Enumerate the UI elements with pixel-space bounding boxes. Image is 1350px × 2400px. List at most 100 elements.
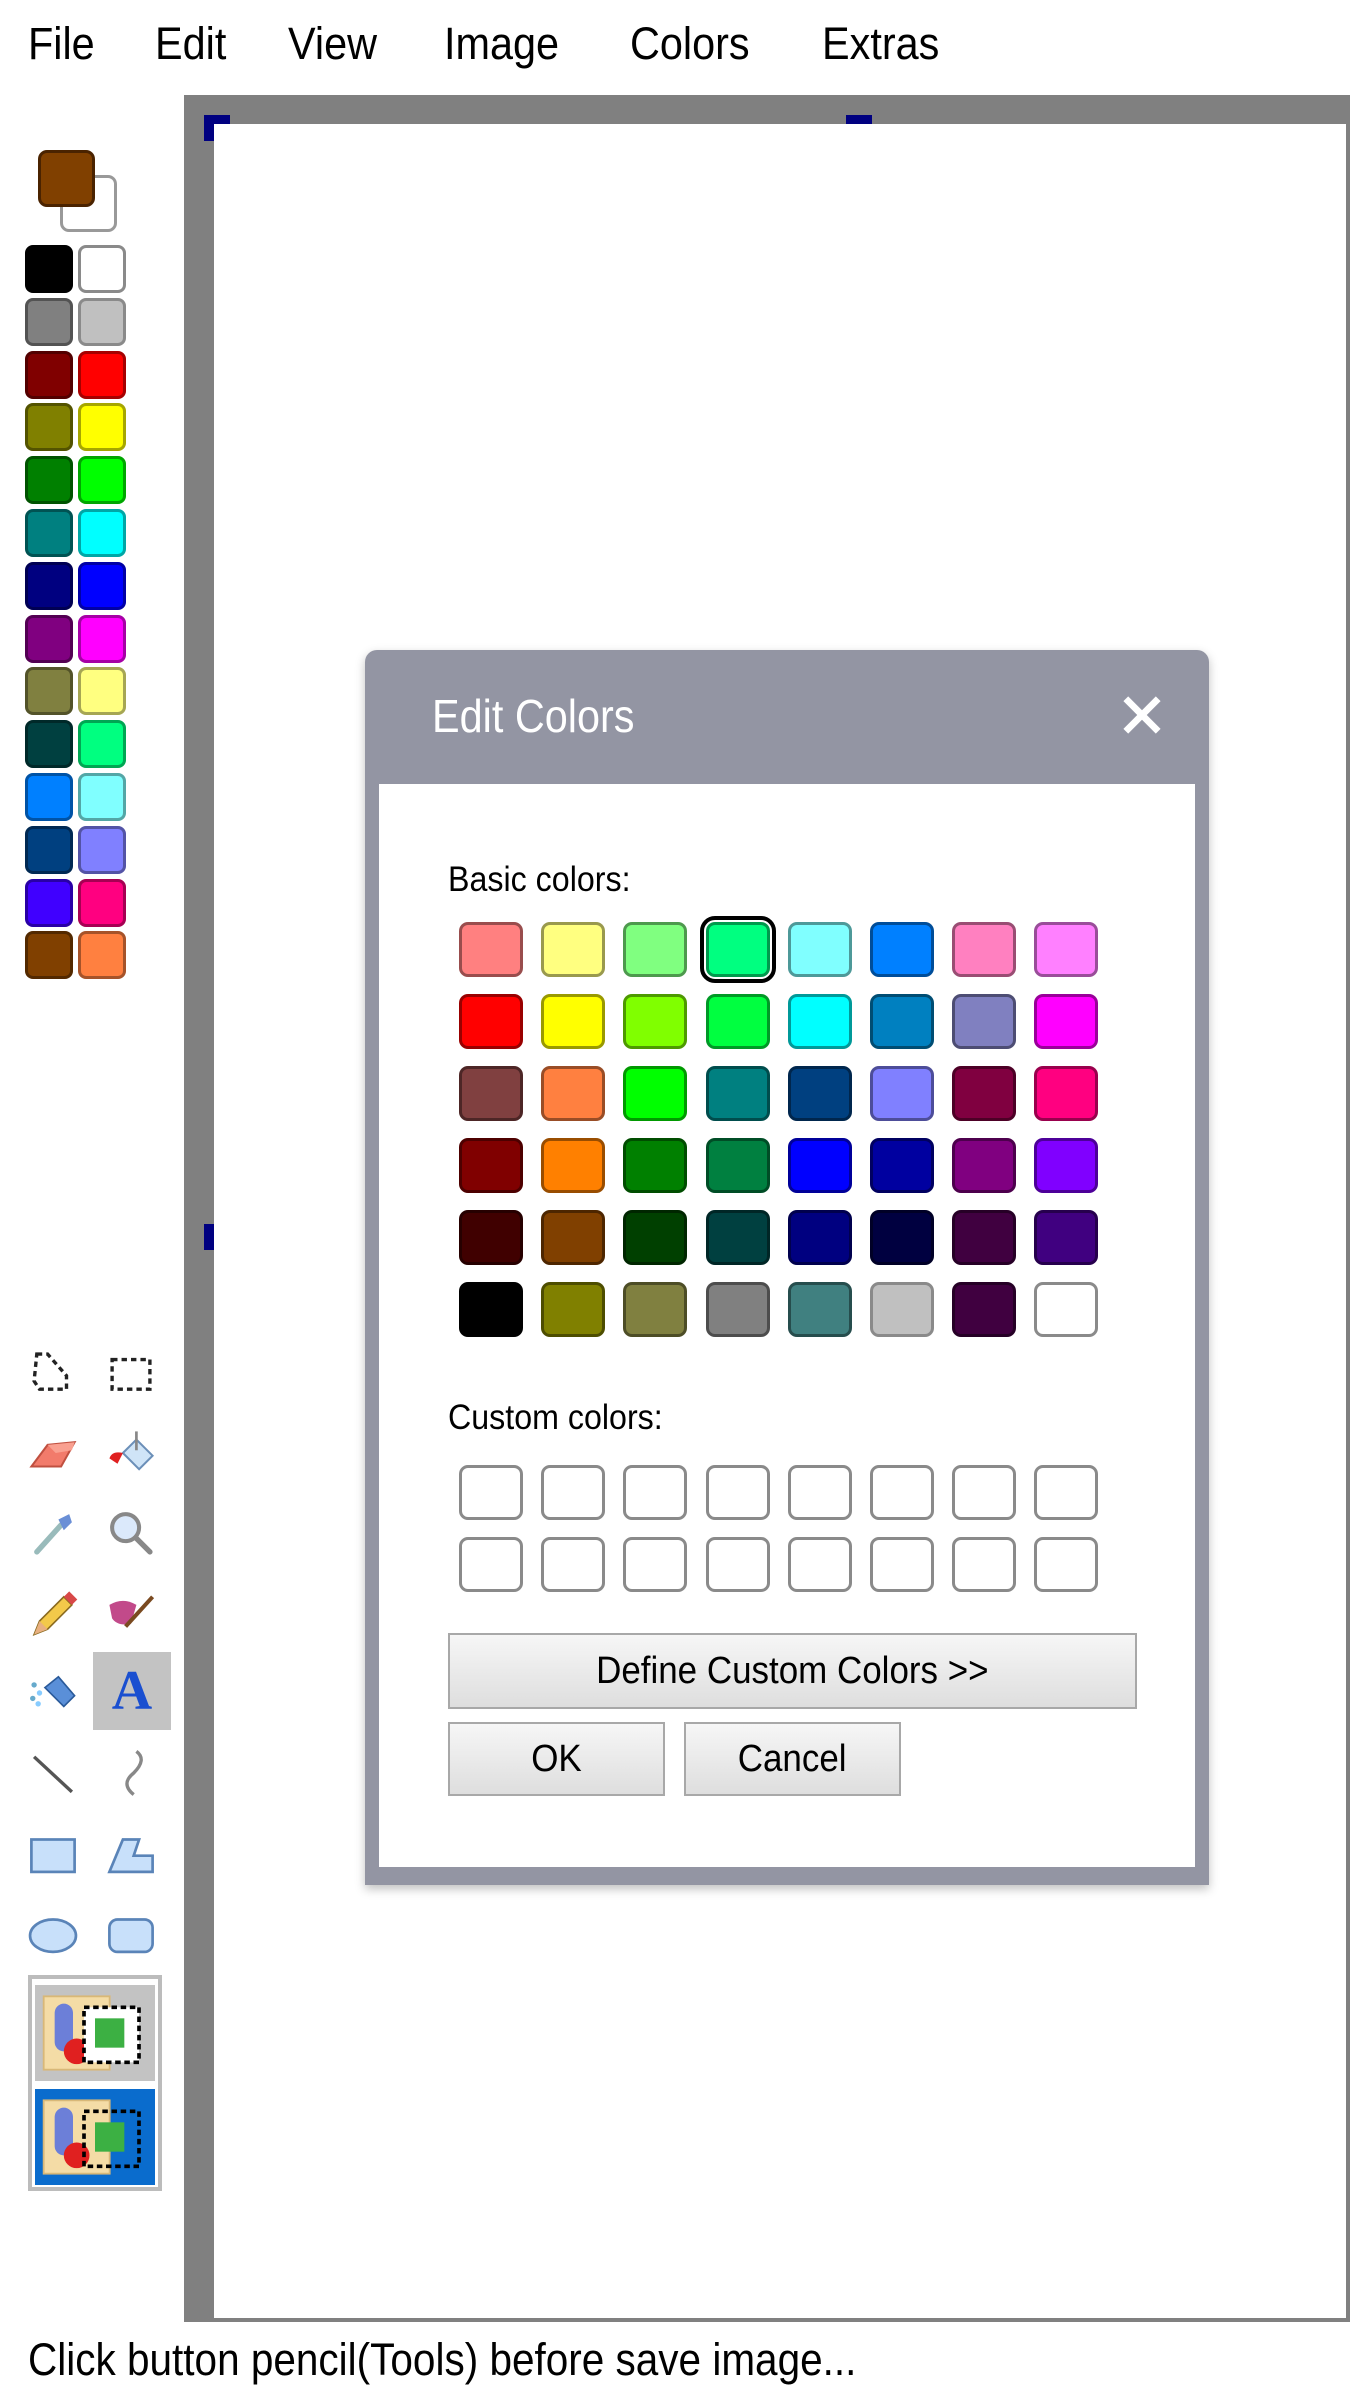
palette-swatch[interactable] [25,667,73,716]
menu-edit[interactable]: Edit [155,14,226,74]
custom-color-swatch[interactable] [623,1465,688,1520]
basic-color-swatch[interactable] [705,1138,770,1193]
basic-color-swatch[interactable] [623,1138,688,1193]
basic-color-swatch[interactable] [952,1066,1017,1121]
basic-color-swatch[interactable] [787,922,852,977]
tool-airbrush[interactable] [20,1660,86,1726]
palette-swatch[interactable] [25,245,73,293]
palette-swatch[interactable] [25,509,73,557]
tool-curve[interactable] [98,1740,164,1806]
menu-image[interactable]: Image [444,14,559,74]
palette-swatch[interactable] [78,245,126,293]
custom-color-swatch[interactable] [952,1465,1017,1520]
custom-color-swatch[interactable] [705,1465,770,1520]
tool-fill[interactable] [98,1420,164,1486]
basic-color-swatch[interactable] [623,1066,688,1121]
basic-color-swatch[interactable] [1034,1282,1099,1337]
tool-ellipse[interactable] [20,1900,86,1966]
basic-color-swatch[interactable] [541,1066,606,1121]
palette-swatch[interactable] [25,456,73,505]
basic-color-swatch[interactable] [705,1066,770,1121]
custom-color-swatch[interactable] [541,1537,606,1592]
palette-swatch[interactable] [78,350,126,399]
basic-color-swatch[interactable] [870,922,934,977]
basic-color-swatch[interactable] [705,1282,770,1337]
cancel-button[interactable]: Cancel [684,1722,901,1796]
palette-swatch[interactable] [25,878,73,927]
close-button[interactable] [1115,688,1169,742]
basic-color-swatch[interactable] [787,994,852,1049]
palette-swatch[interactable] [25,825,73,874]
basic-color-swatch[interactable] [699,916,776,983]
basic-color-swatch[interactable] [623,994,688,1049]
basic-color-swatch[interactable] [459,1282,523,1337]
basic-color-swatch[interactable] [870,994,934,1049]
palette-swatch[interactable] [78,403,126,452]
palette-swatch[interactable] [78,561,126,610]
basic-color-swatch[interactable] [541,1138,606,1193]
tool-pick-color[interactable] [20,1500,86,1566]
basic-color-swatch[interactable] [1034,922,1099,977]
option-opaque[interactable] [35,1985,155,2081]
palette-swatch[interactable] [25,773,73,821]
palette-swatch[interactable] [78,667,126,716]
basic-color-swatch[interactable] [623,922,688,977]
palette-swatch[interactable] [78,509,126,557]
palette-swatch[interactable] [25,403,73,452]
palette-swatch[interactable] [78,931,126,980]
resize-handle-top-left-v[interactable] [204,115,214,141]
tool-eraser[interactable] [20,1420,86,1486]
tool-text[interactable]: A [93,1652,171,1730]
basic-color-swatch[interactable] [952,994,1017,1049]
basic-color-swatch[interactable] [459,922,523,977]
basic-color-swatch[interactable] [1034,1066,1099,1121]
resize-handle-left-middle[interactable] [204,1224,214,1250]
custom-color-swatch[interactable] [1034,1537,1099,1592]
basic-color-swatch[interactable] [623,1282,688,1337]
tool-line[interactable] [20,1740,86,1806]
custom-color-swatch[interactable] [787,1465,852,1520]
palette-swatch[interactable] [78,297,126,346]
palette-swatch[interactable] [25,561,73,610]
palette-swatch[interactable] [25,720,73,769]
basic-color-swatch[interactable] [459,1210,523,1265]
palette-swatch[interactable] [78,773,126,821]
primary-color[interactable] [38,150,95,207]
custom-color-swatch[interactable] [787,1537,852,1592]
palette-swatch[interactable] [78,720,126,769]
tool-rectangle[interactable] [20,1820,86,1886]
basic-color-swatch[interactable] [541,1210,606,1265]
palette-swatch[interactable] [78,825,126,874]
basic-color-swatch[interactable] [952,1138,1017,1193]
basic-color-swatch[interactable] [705,994,770,1049]
basic-color-swatch[interactable] [870,1138,934,1193]
tool-magnifier[interactable] [98,1500,164,1566]
palette-swatch[interactable] [25,614,73,663]
custom-color-swatch[interactable] [705,1537,770,1592]
basic-color-swatch[interactable] [952,1210,1017,1265]
basic-color-swatch[interactable] [952,1282,1017,1337]
ok-button[interactable]: OK [448,1722,665,1796]
basic-color-swatch[interactable] [787,1138,852,1193]
option-transparent[interactable] [35,2089,155,2185]
basic-color-swatch[interactable] [1034,1138,1099,1193]
basic-color-swatch[interactable] [870,1210,934,1265]
tool-brush[interactable] [98,1580,164,1646]
basic-color-swatch[interactable] [1034,994,1099,1049]
palette-swatch[interactable] [25,931,73,980]
menu-file[interactable]: File [28,14,95,74]
basic-color-swatch[interactable] [459,1138,523,1193]
basic-color-swatch[interactable] [459,1066,523,1121]
palette-swatch[interactable] [78,878,126,927]
basic-color-swatch[interactable] [705,1210,770,1265]
basic-color-swatch[interactable] [541,922,606,977]
menu-colors[interactable]: Colors [630,14,750,74]
resize-handle-top-middle[interactable] [846,115,872,124]
menu-view[interactable]: View [288,14,377,74]
tool-rect-select[interactable] [98,1340,164,1406]
menu-extras[interactable]: Extras [822,14,939,74]
basic-color-swatch[interactable] [623,1210,688,1265]
palette-swatch[interactable] [25,350,73,399]
custom-color-swatch[interactable] [952,1537,1017,1592]
custom-color-swatch[interactable] [541,1465,606,1520]
